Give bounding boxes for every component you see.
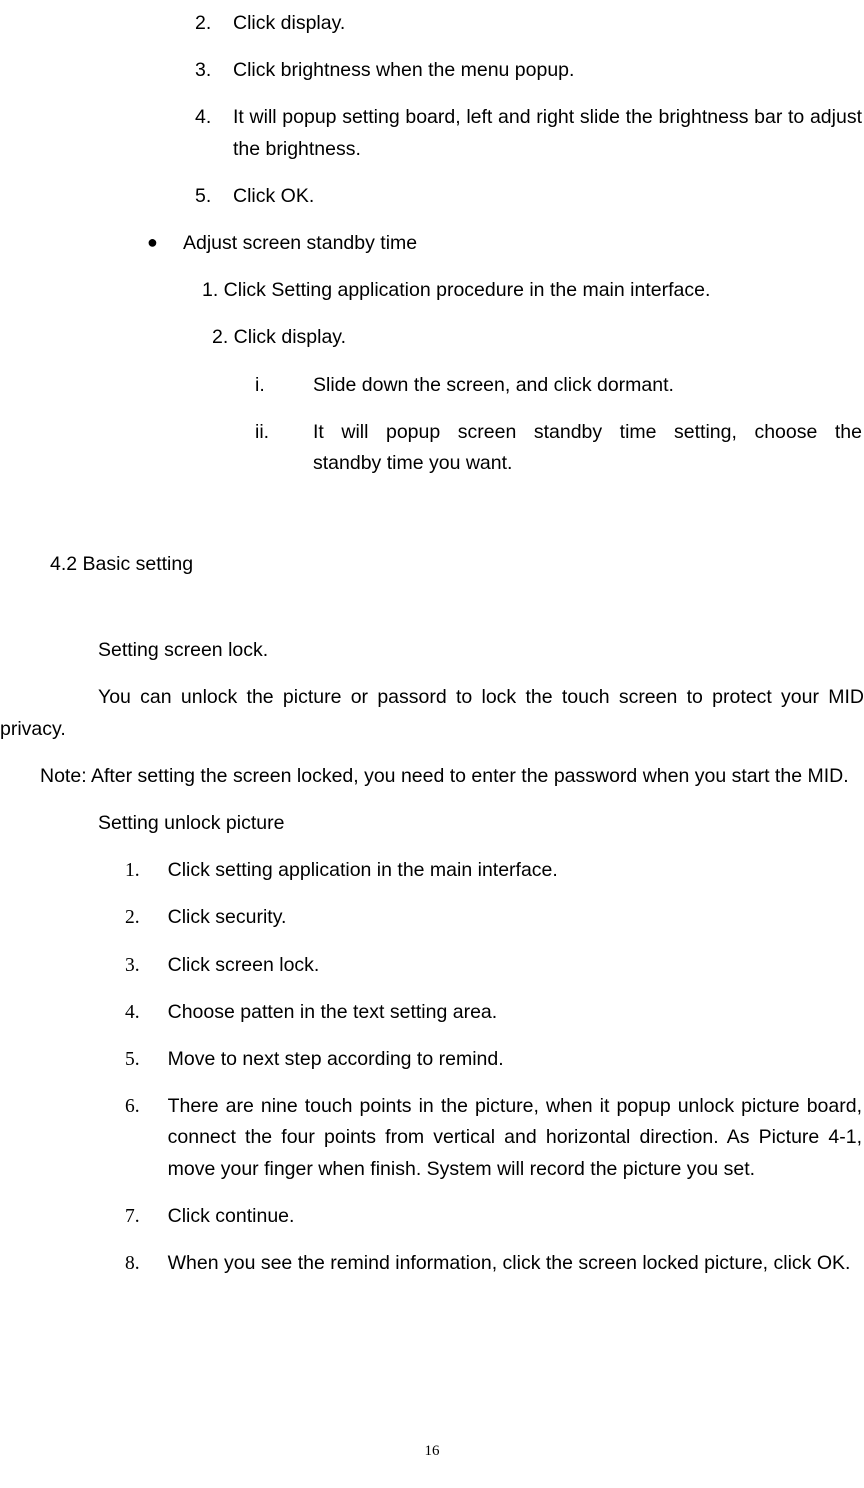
item-text: Move to next step according to remind. [168, 1044, 864, 1075]
list-item: 6. There are nine touch points in the pi… [125, 1091, 864, 1185]
roman-list: i. Slide down the screen, and click dorm… [0, 370, 864, 480]
item-number: 2. [125, 902, 168, 933]
roman-numeral: ii. [255, 417, 313, 479]
list-item: ii. It will popup screen standby time se… [255, 417, 864, 479]
item-text: Click continue. [168, 1201, 864, 1232]
item-text: Click setting application in the main in… [168, 855, 864, 886]
item-number: 6. [125, 1091, 168, 1185]
list-item: 2. Click security. [125, 902, 864, 933]
item-text: Click display. [233, 8, 864, 39]
list-item: 7. Click continue. [125, 1201, 864, 1232]
paragraph-title: Setting screen lock. [0, 635, 864, 666]
numbered-list-top: 2. Click display. 3. Click brightness wh… [0, 8, 864, 212]
bullet-icon: ● [147, 228, 183, 259]
roman-numeral: i. [255, 370, 313, 401]
item-text: Click brightness when the menu popup. [233, 55, 864, 86]
document-page: 2. Click display. 3. Click brightness wh… [0, 8, 864, 1279]
item-number: 4. [125, 997, 168, 1028]
page-number: 16 [0, 1439, 864, 1463]
item-number: 8. [125, 1248, 168, 1279]
item-text: Click OK. [233, 181, 864, 212]
list-item: 1. Click setting application in the main… [125, 855, 864, 886]
list-item: 3. Click brightness when the menu popup. [195, 55, 864, 86]
list-item: 2. Click display. [195, 8, 864, 39]
item-text: Click screen lock. [168, 950, 864, 981]
item-number: 7. [125, 1201, 168, 1232]
item-number: 1. [125, 855, 168, 886]
list-item: 8. When you see the remind information, … [125, 1248, 864, 1279]
sub-item: 1. Click Setting application procedure i… [0, 275, 864, 306]
paragraph-body: You can unlock the picture or passord to… [0, 682, 864, 744]
item-text: Choose patten in the text setting area. [168, 997, 864, 1028]
item-text: Click security. [168, 902, 864, 933]
list-item: 3. Click screen lock. [125, 950, 864, 981]
item-number: 3. [125, 950, 168, 981]
list-item: i. Slide down the screen, and click dorm… [255, 370, 864, 401]
item-text: There are nine touch points in the pictu… [168, 1091, 864, 1185]
item-number: 5. [195, 181, 233, 212]
bullet-item: ● Adjust screen standby time [0, 228, 864, 259]
item-number: 3. [195, 55, 233, 86]
section-heading: 4.2 Basic setting [0, 549, 864, 580]
bullet-text: Adjust screen standby time [183, 228, 864, 259]
item-text: When you see the remind information, cli… [168, 1248, 864, 1279]
numbered-list-bottom: 1. Click setting application in the main… [0, 855, 864, 1279]
sub-item: 2. Click display. [0, 322, 864, 353]
paragraph-note: Note: After setting the screen locked, y… [0, 761, 864, 792]
item-number: 4. [195, 102, 233, 164]
item-number: 5. [125, 1044, 168, 1075]
item-text: It will popup screen standby time settin… [313, 417, 864, 479]
item-number: 2. [195, 8, 233, 39]
item-text: Slide down the screen, and click dormant… [313, 370, 864, 401]
sub-heading: Setting unlock picture [0, 808, 864, 839]
item-text: It will popup setting board, left and ri… [233, 102, 864, 164]
list-item: 5. Click OK. [195, 181, 864, 212]
list-item: 4. Choose patten in the text setting are… [125, 997, 864, 1028]
list-item: 4. It will popup setting board, left and… [195, 102, 864, 164]
list-item: 5. Move to next step according to remind… [125, 1044, 864, 1075]
